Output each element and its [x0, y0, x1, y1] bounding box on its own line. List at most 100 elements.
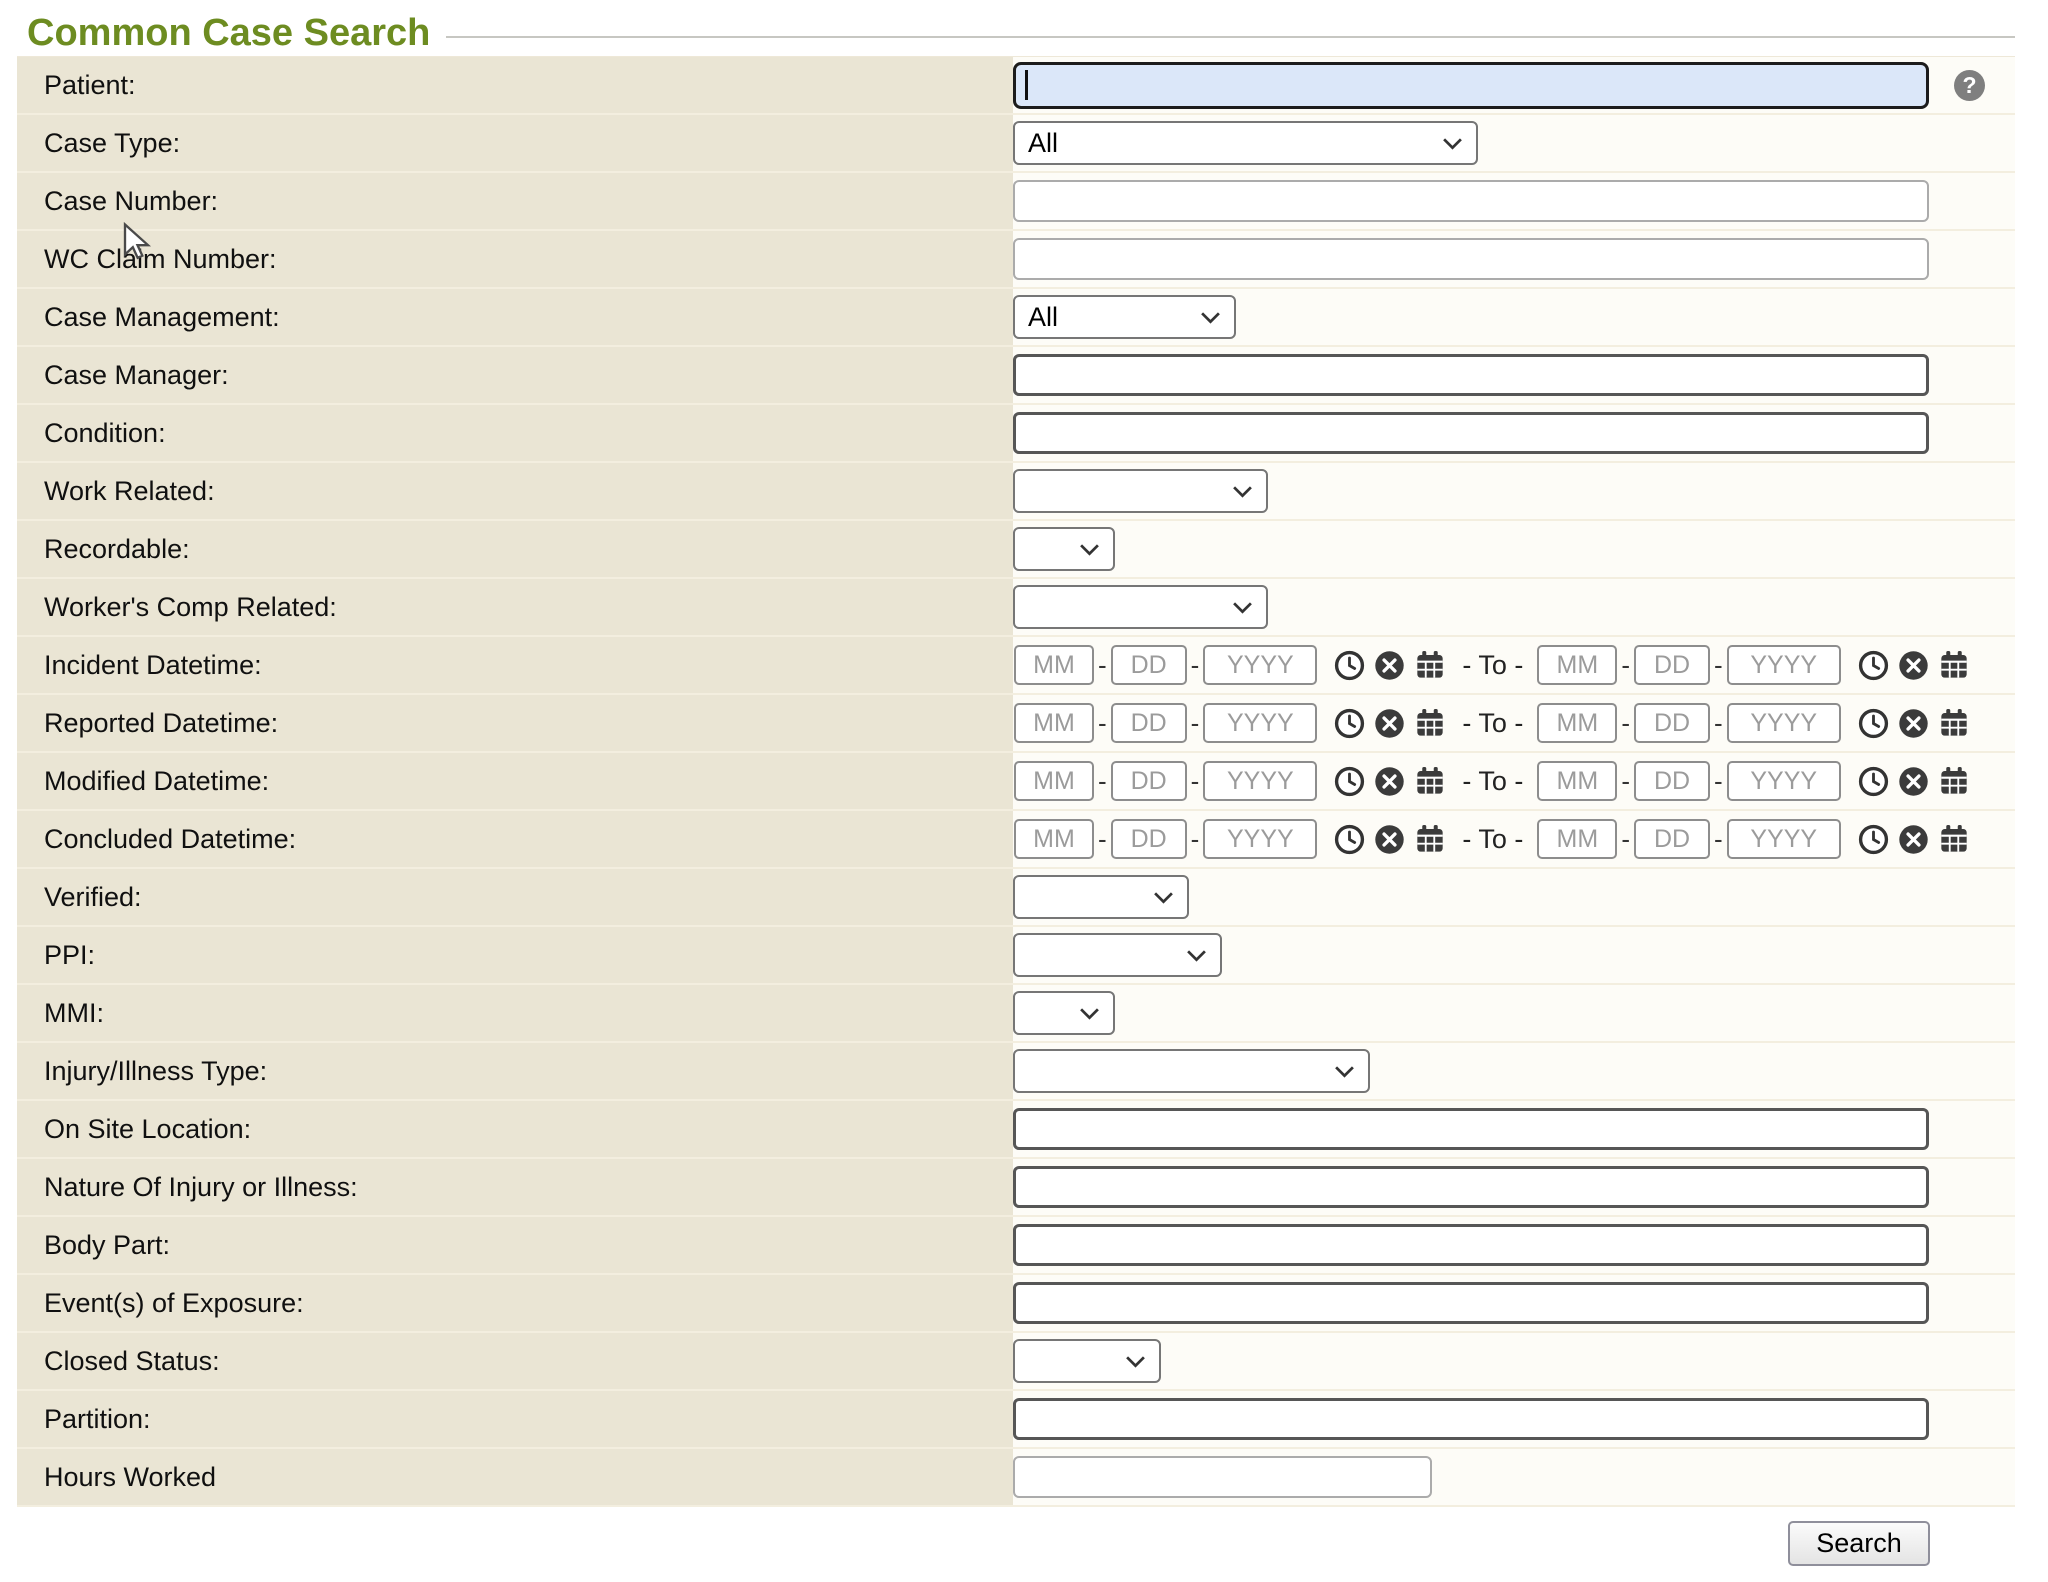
concluded-to-dd-input[interactable] — [1634, 819, 1710, 859]
clear-circle-icon — [1374, 708, 1405, 739]
concluded-from-yyyy-input[interactable] — [1203, 819, 1317, 859]
concluded-to-calendar-button[interactable] — [1938, 823, 1970, 855]
incident-to-time-button[interactable] — [1858, 650, 1889, 681]
field-label: Worker's Comp Related: — [17, 579, 1013, 635]
partition-input[interactable] — [1013, 1398, 1929, 1440]
on-site-location-input[interactable] — [1013, 1108, 1929, 1150]
field-label: Recordable: — [17, 521, 1013, 577]
calendar-icon — [1938, 823, 1970, 855]
injury-illness-type-select[interactable] — [1013, 1049, 1370, 1093]
field-label: Case Number: — [17, 173, 1013, 229]
case-number-input[interactable] — [1013, 180, 1929, 222]
nature-of-injury-input[interactable] — [1013, 1166, 1929, 1208]
form-row-modified-datetime: Modified Datetime: - - - To - - - — [17, 753, 2015, 811]
body-part-input[interactable] — [1013, 1224, 1929, 1266]
concluded-from-time-button[interactable] — [1334, 824, 1365, 855]
reported-to-calendar-button[interactable] — [1938, 707, 1970, 739]
concluded-to-mm-input[interactable] — [1537, 819, 1617, 859]
concluded-from-dd-input[interactable] — [1111, 819, 1187, 859]
date-separator: - — [1098, 766, 1107, 797]
reported-to-dd-input[interactable] — [1634, 703, 1710, 743]
incident-from-clear-button[interactable] — [1374, 650, 1405, 681]
incident-to-clear-button[interactable] — [1898, 650, 1929, 681]
reported-from-clear-button[interactable] — [1374, 708, 1405, 739]
form-row-patient: Patient: ? — [17, 57, 2015, 115]
patient-input[interactable] — [1013, 62, 1929, 109]
chevron-down-icon — [1442, 137, 1463, 150]
concluded-to-time-button[interactable] — [1858, 824, 1889, 855]
reported-from-calendar-button[interactable] — [1414, 707, 1446, 739]
modified-to-clear-button[interactable] — [1898, 766, 1929, 797]
incident-to-calendar-button[interactable] — [1938, 649, 1970, 681]
hours-worked-input[interactable] — [1013, 1456, 1432, 1498]
clear-circle-icon — [1898, 766, 1929, 797]
modified-to-mm-input[interactable] — [1537, 761, 1617, 801]
modified-from-mm-input[interactable] — [1014, 761, 1094, 801]
reported-from-dd-input[interactable] — [1111, 703, 1187, 743]
condition-input[interactable] — [1013, 412, 1929, 454]
form-row-hours-worked: Hours Worked — [17, 1449, 2015, 1507]
search-button[interactable]: Search — [1788, 1521, 1930, 1566]
modified-from-yyyy-input[interactable] — [1203, 761, 1317, 801]
closed-status-select[interactable] — [1013, 1339, 1161, 1383]
concluded-from-mm-input[interactable] — [1014, 819, 1094, 859]
wc-claim-number-input[interactable] — [1013, 238, 1929, 280]
help-icon[interactable]: ? — [1954, 70, 1985, 101]
incident-from-mm-input[interactable] — [1014, 645, 1094, 685]
modified-to-time-button[interactable] — [1858, 766, 1889, 797]
concluded-to-clear-button[interactable] — [1898, 824, 1929, 855]
incident-from-calendar-button[interactable] — [1414, 649, 1446, 681]
page-title: Common Case Search — [27, 12, 430, 55]
reported-to-mm-input[interactable] — [1537, 703, 1617, 743]
modified-from-dd-input[interactable] — [1111, 761, 1187, 801]
concluded-to-yyyy-input[interactable] — [1727, 819, 1841, 859]
field-label: Hours Worked — [17, 1449, 1013, 1505]
modified-to-yyyy-input[interactable] — [1727, 761, 1841, 801]
workers-comp-related-select[interactable] — [1013, 585, 1268, 629]
field-label: Body Part: — [17, 1217, 1013, 1273]
calendar-icon — [1938, 649, 1970, 681]
chevron-down-icon — [1232, 601, 1253, 614]
reported-to-yyyy-input[interactable] — [1727, 703, 1841, 743]
form-row-injury-illness-type: Injury/Illness Type: — [17, 1043, 2015, 1101]
field-label: WC Claim Number: — [17, 231, 1013, 287]
field-label: Concluded Datetime: — [17, 811, 1013, 867]
incident-to-mm-input[interactable] — [1537, 645, 1617, 685]
chevron-down-icon — [1186, 949, 1207, 962]
calendar-icon — [1938, 765, 1970, 797]
reported-to-time-button[interactable] — [1858, 708, 1889, 739]
case-management-select[interactable]: All — [1013, 295, 1236, 339]
modified-to-dd-input[interactable] — [1634, 761, 1710, 801]
case-manager-input[interactable] — [1013, 354, 1929, 396]
modified-to-calendar-button[interactable] — [1938, 765, 1970, 797]
events-of-exposure-input[interactable] — [1013, 1282, 1929, 1324]
concluded-from-calendar-button[interactable] — [1414, 823, 1446, 855]
recordable-select[interactable] — [1013, 527, 1115, 571]
reported-to-clear-button[interactable] — [1898, 708, 1929, 739]
field-label: Work Related: — [17, 463, 1013, 519]
reported-from-yyyy-input[interactable] — [1203, 703, 1317, 743]
verified-select[interactable] — [1013, 875, 1189, 919]
field-label: Event(s) of Exposure: — [17, 1275, 1013, 1331]
modified-from-clear-button[interactable] — [1374, 766, 1405, 797]
incident-from-dd-input[interactable] — [1111, 645, 1187, 685]
concluded-from-clear-button[interactable] — [1374, 824, 1405, 855]
calendar-icon — [1938, 707, 1970, 739]
modified-from-calendar-button[interactable] — [1414, 765, 1446, 797]
ppi-select[interactable] — [1013, 933, 1222, 977]
modified-from-time-button[interactable] — [1334, 766, 1365, 797]
incident-to-dd-input[interactable] — [1634, 645, 1710, 685]
incident-from-yyyy-input[interactable] — [1203, 645, 1317, 685]
mmi-select[interactable] — [1013, 991, 1115, 1035]
reported-from-time-button[interactable] — [1334, 708, 1365, 739]
reported-from-mm-input[interactable] — [1014, 703, 1094, 743]
incident-from-time-button[interactable] — [1334, 650, 1365, 681]
clear-circle-icon — [1374, 824, 1405, 855]
incident-to-yyyy-input[interactable] — [1727, 645, 1841, 685]
date-separator: - — [1191, 766, 1200, 797]
field-label: Injury/Illness Type: — [17, 1043, 1013, 1099]
clock-icon — [1334, 766, 1365, 797]
case-type-select[interactable]: All — [1013, 121, 1478, 165]
work-related-select[interactable] — [1013, 469, 1268, 513]
panel-header: Common Case Search — [17, 10, 2015, 56]
